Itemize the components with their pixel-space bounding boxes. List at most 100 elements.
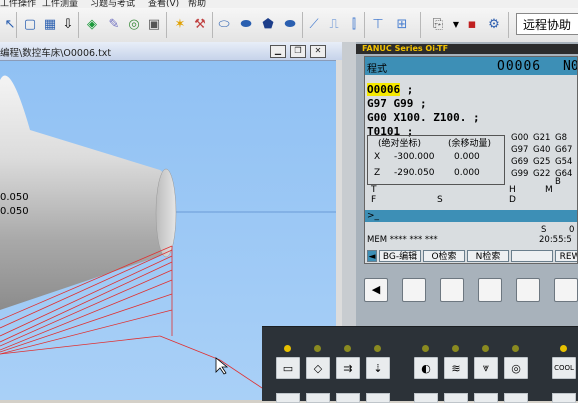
softkey-button-4[interactable] [516,278,540,302]
toolbar-separator [166,12,167,38]
measure-icon[interactable]: ⚒ [190,14,210,34]
spindle-s-label: S [541,225,547,235]
coolant-key[interactable]: COOL [552,357,576,379]
softkey-button-3[interactable] [478,278,502,302]
arrow-tool-icon[interactable]: ↖ [0,14,20,34]
z-rel-value: 0.000 [454,168,480,178]
panel-key[interactable] [276,393,300,403]
panel-key[interactable] [474,393,498,403]
download-icon[interactable]: ⇩ [58,14,78,34]
view-side-icon[interactable]: ⬟ [258,14,278,34]
menu-item-workpiece[interactable]: 工件操作 [0,0,36,8]
menu-item-help[interactable]: 帮助 [188,0,206,8]
handle-key[interactable]: ◎ [504,357,528,379]
f-label: F [371,195,377,205]
gcode-cell: G69 [511,157,529,167]
camera-icon[interactable]: ⎘ [428,14,448,34]
target-icon[interactable]: ◎ [124,14,144,34]
status-led [284,345,291,352]
panel-key[interactable] [306,393,330,403]
status-led [482,345,489,352]
view-front-icon[interactable]: ⬬ [236,14,256,34]
dnc-key[interactable]: ⇣ [366,357,390,379]
edit-mode-key[interactable]: ▭ [276,357,300,379]
softkey-o-search[interactable]: O检索 [423,250,465,262]
status-led [512,345,519,352]
machine-control-panel: ▭ ◇ ⇉ ⇣ ◐ ≋ ⩔ ◎ COOL [262,326,578,403]
gcode-cell: G22 [533,169,551,179]
coord-readout-2: 0.050 [0,206,29,217]
menu-item-exercise[interactable]: 习题与考试 [90,0,135,8]
gcode-cell: G21 [533,133,551,143]
status-led [560,345,567,352]
remote-assist-field[interactable]: 远程协助 [516,13,578,35]
toolbar-separator [78,12,79,38]
program-number: O0006 [497,59,542,74]
pencil-icon[interactable]: ✎ [104,14,124,34]
softkey-n-search[interactable]: N检索 [467,250,509,262]
rel-coord-label: (余移动量) [448,139,492,149]
section-icon[interactable]: ⎍ [324,14,344,34]
gcode-cell: G67 [555,145,573,155]
toolbar-separator [420,12,421,38]
coord-readout-1: 0.050 [0,192,29,203]
spindle-icon[interactable]: ⫿ [344,14,364,34]
view-cube-icon[interactable]: ⬭ [214,14,234,34]
cnc-panel-scroll[interactable] [342,42,356,332]
softkey-left-arrow[interactable]: ◄ [367,250,377,262]
close-icon[interactable]: ✕ [310,45,326,58]
mdi-key[interactable]: ◇ [306,357,330,379]
softkey-button-2[interactable] [440,278,464,302]
menu-item-view[interactable]: 查看(V) [148,0,179,8]
cnc-screen-header: 程式 O0006 N0 [365,57,578,75]
chuck-icon[interactable]: ⊞ [392,14,412,34]
toolbar-separator [212,12,213,38]
softkey-button-5[interactable] [554,278,578,302]
status-led [344,345,351,352]
view-top-icon[interactable]: ⬬ [280,14,300,34]
panel-key[interactable] [366,393,390,403]
settings-icon[interactable]: ⚙ [484,14,504,34]
select-icon[interactable]: ▦ [40,14,60,34]
menu-item-measure[interactable]: 工件测量 [42,0,78,8]
save-icon[interactable]: ▪ [462,14,482,34]
panel-key[interactable] [336,393,360,403]
toolpost-icon[interactable]: ⊤ [368,14,388,34]
minimize-icon[interactable]: ▁ [270,45,286,58]
viewport-titlebar: 编程\数控车床\O0006.txt ▁ ❐ ✕ [0,42,342,61]
softkey-button-1[interactable] [402,278,426,302]
d-label: D [509,195,516,205]
auto-key[interactable]: ⇉ [336,357,360,379]
toolbar-separator [16,12,17,38]
mode-status: MEM **** *** *** [367,235,438,245]
tool-icon[interactable]: ▣ [144,14,164,34]
z-abs-value: -290.050 [394,168,435,178]
softkey-bg-edit[interactable]: BG-编辑 [379,250,421,262]
softkey-rew[interactable]: REW [555,250,577,262]
input-line[interactable]: >_ [365,210,577,222]
sequence-number: N0 [563,59,578,74]
inc-key[interactable]: ⩔ [474,357,498,379]
softkey-button-prev[interactable]: ◀ [364,278,388,302]
cut-view-icon[interactable]: ⟋ [304,14,324,34]
star-icon[interactable]: ✶ [170,14,190,34]
gcode-cell: G99 [511,169,529,179]
program-cursor: O0006 [367,83,401,96]
status-led [314,345,321,352]
workpiece-icon[interactable]: ◈ [82,14,102,34]
gcode-cell: G00 [511,133,529,143]
tool-t-value: 0 [569,225,575,235]
window-icon[interactable]: ▢ [20,14,40,34]
cnc-screen: 程式 O0006 N0 O0006 ; G97 G99 ; G00 X100. … [364,56,578,264]
x-abs-value: -300.000 [394,152,435,162]
softkey-blank[interactable] [511,250,553,262]
ref-return-key[interactable]: ◐ [414,357,438,379]
menu-bar: 工件操作 工件测量 习题与考试 查看(V) 帮助 [0,0,578,8]
panel-key[interactable] [504,393,528,403]
clock-time: 20:55:5 [539,235,572,245]
panel-key[interactable] [414,393,438,403]
jog-key[interactable]: ≋ [444,357,468,379]
panel-key[interactable] [552,393,576,403]
restore-icon[interactable]: ❐ [290,45,306,58]
panel-key[interactable] [444,393,468,403]
